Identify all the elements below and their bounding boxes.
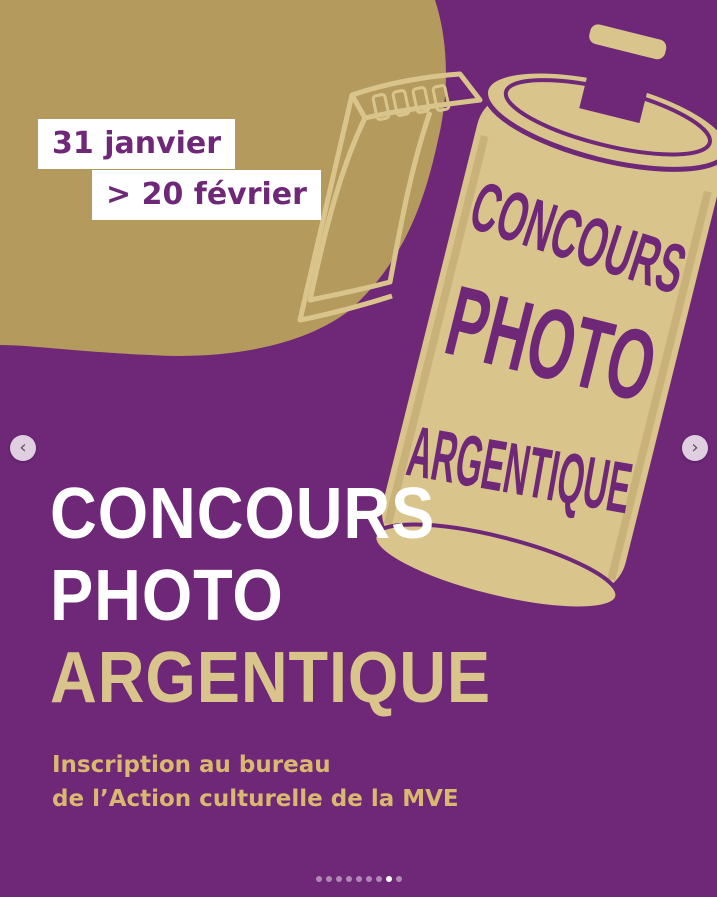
carousel-dot[interactable]	[375, 876, 382, 882]
carousel-indicator	[0, 876, 717, 882]
carousel-dot[interactable]	[325, 876, 332, 882]
instagram-post: CONCOURS PHOTO ARGENTIQUE 31 janvier > 2…	[0, 0, 717, 897]
title-line-photo: PHOTO	[50, 556, 284, 636]
carousel-dot[interactable]	[365, 876, 372, 882]
carousel-prev-button[interactable]: ‹	[10, 435, 36, 461]
title-line-concours: CONCOURS	[50, 474, 436, 554]
carousel-dot[interactable]	[345, 876, 352, 882]
carousel-dot[interactable]	[395, 876, 402, 882]
carousel-dot[interactable]	[355, 876, 362, 882]
carousel-next-button[interactable]: ›	[682, 435, 708, 461]
chevron-left-icon: ‹	[19, 437, 27, 458]
subtitle-line-1: Inscription au bureau	[52, 752, 331, 778]
chevron-right-icon: ›	[691, 437, 699, 458]
carousel-dot[interactable]	[335, 876, 342, 882]
carousel-dot[interactable]	[315, 876, 322, 882]
title-line-argentique: ARGENTIQUE	[50, 638, 492, 718]
subtitle-line-2: de l’Action culturelle de la MVE	[52, 786, 459, 812]
date-start-label: 31 janvier	[38, 119, 236, 169]
date-end-label: > 20 février	[92, 170, 321, 220]
carousel-dot[interactable]	[385, 876, 392, 882]
